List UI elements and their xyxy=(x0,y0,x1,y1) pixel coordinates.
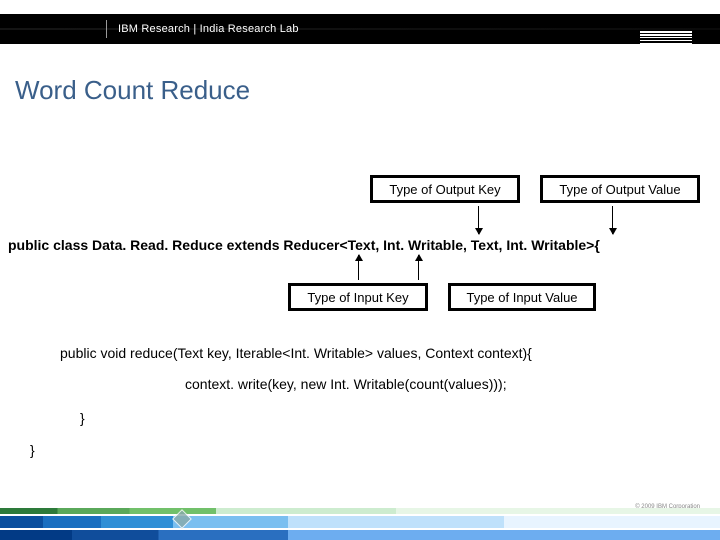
arrow-up-icon xyxy=(358,255,359,280)
header-lab: India Research Lab xyxy=(200,23,299,35)
header-sep: | xyxy=(190,23,200,35)
arrow-down-icon xyxy=(612,206,613,234)
footer: © 2009 IBM Corporation xyxy=(0,498,720,540)
code-body-line: context. write(key, new Int. Writable(co… xyxy=(185,376,507,392)
annotation-output-key: Type of Output Key xyxy=(370,175,520,203)
annotation-input-value: Type of Input Value xyxy=(448,283,596,311)
footer-stripe-blue-dark xyxy=(0,530,720,540)
arrow-down-icon xyxy=(478,206,479,234)
header-org: IBM Research xyxy=(118,23,190,35)
code-close-class: } xyxy=(30,442,35,458)
annotation-output-value: Type of Output Value xyxy=(540,175,700,203)
footer-stripe-blue-light xyxy=(0,516,720,528)
header-bar: IBM Research | India Research Lab xyxy=(0,14,720,44)
slide-title: Word Count Reduce xyxy=(15,75,250,106)
arrow-up-icon xyxy=(418,255,419,280)
annotation-input-key: Type of Input Key xyxy=(288,283,428,311)
footer-stripe-green xyxy=(0,508,720,514)
code-class-signature: public class Data. Read. Reduce extends … xyxy=(8,237,600,253)
header-divider xyxy=(106,20,107,38)
header-text: IBM Research | India Research Lab xyxy=(118,23,299,35)
code-method-signature: public void reduce(Text key, Iterable<In… xyxy=(60,345,532,361)
ibm-logo-icon xyxy=(640,31,692,53)
code-close-method: } xyxy=(80,410,85,426)
